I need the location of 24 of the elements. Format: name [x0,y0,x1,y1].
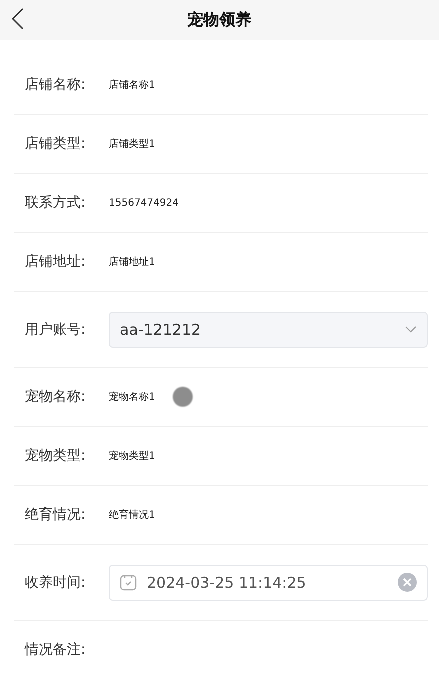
select-field[interactable]: aa-121212 [109,312,428,348]
field-value: 店铺名称1 [109,78,156,92]
field-label: 宠物名称: [25,388,87,406]
field-label: 绝育情况: [25,506,87,524]
field-label: 情况备注: [25,641,87,659]
field-label: 店铺地址: [25,253,87,271]
field-value: 宠物类型1 [109,450,156,463]
field-label: 收养时间: [25,574,87,592]
back-button[interactable] [10,6,26,32]
field-value: 绝育情况1 [109,508,156,522]
chevron-down-icon [405,326,417,333]
field-label: 店铺名称: [25,76,87,94]
field-value: 宠物名称1 [109,390,156,404]
calendar-icon [120,574,137,591]
field-value: 店铺地址1 [109,256,156,269]
field-label: 店铺类型: [25,135,87,153]
field-value: 店铺类型1 [109,138,156,151]
field-value: 15567474924 [109,198,179,208]
date-field[interactable]: 2024-03-25 11:14:25 [109,564,428,600]
field-label: 用户账号: [25,320,87,338]
back-icon [12,8,24,30]
field-label: 联系方式: [25,194,87,212]
page-title: 宠物领养 [188,10,252,30]
field-label: 宠物类型: [25,447,87,465]
